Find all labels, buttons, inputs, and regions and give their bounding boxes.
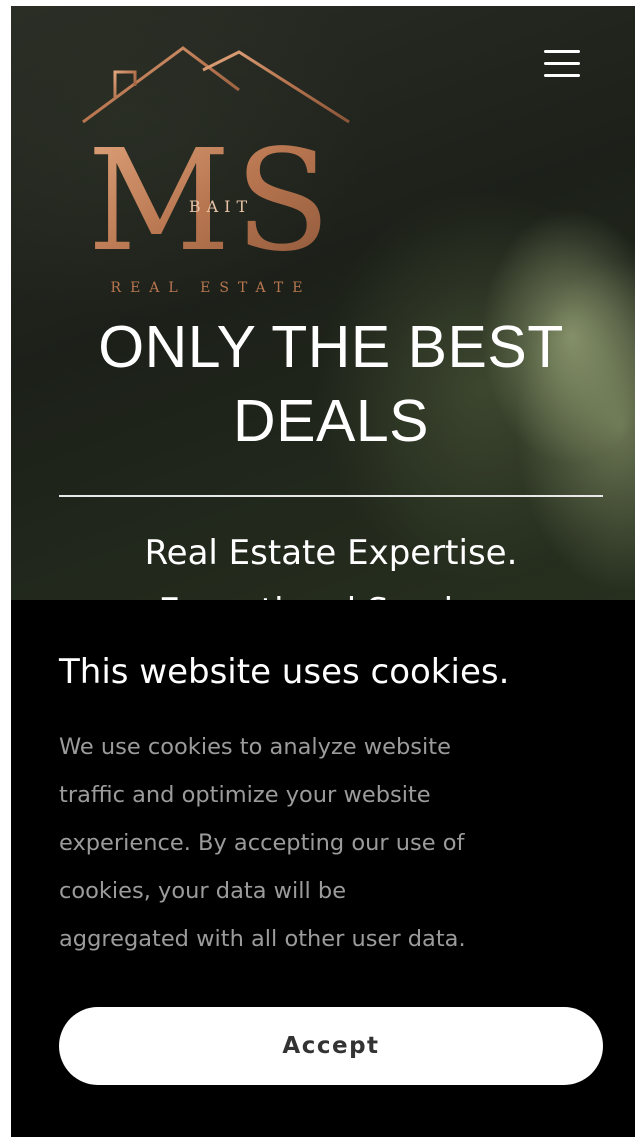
accept-cookies-button[interactable]: Accept bbox=[59, 1007, 603, 1085]
hamburger-menu-icon[interactable] bbox=[539, 46, 583, 82]
hero-title: ONLY THE BEST DEALS bbox=[98, 314, 564, 454]
cookie-banner-title: This website uses cookies. bbox=[59, 652, 510, 692]
cookie-banner-text: We use cookies to analyze website traffi… bbox=[59, 734, 466, 952]
cookie-consent-banner: This website uses cookies. We use cookie… bbox=[11, 600, 635, 1137]
house-roof-icon bbox=[82, 46, 350, 124]
hero-divider bbox=[59, 495, 603, 497]
site-logo[interactable]: MS BAIT REAL ESTATE bbox=[71, 44, 351, 299]
logo-overlay-text: BAIT bbox=[189, 197, 253, 216]
logo-tagline: REAL ESTATE bbox=[111, 280, 312, 296]
page: MS BAIT REAL ESTATE ONLY THE BEST DEALS … bbox=[11, 6, 635, 1137]
